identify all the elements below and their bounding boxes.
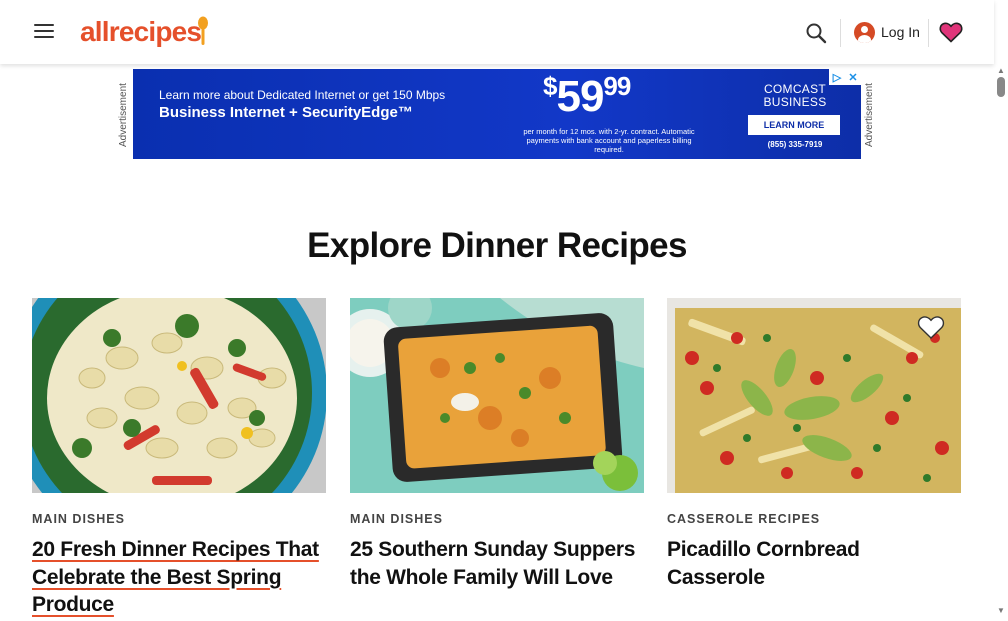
card-category[interactable]: MAIN DISHES <box>350 512 644 526</box>
header-divider <box>840 19 841 47</box>
hamburger-menu-icon[interactable] <box>34 24 54 40</box>
search-icon[interactable] <box>805 22 827 44</box>
recipe-card[interactable]: MAIN DISHES 20 Fresh Dinner Recipes That… <box>32 298 326 619</box>
recipe-image[interactable] <box>667 298 961 493</box>
card-title[interactable]: Picadillo Cornbread Casserole <box>667 536 961 591</box>
recipe-card[interactable]: MAIN DISHES 25 Southern Sunday Suppers t… <box>350 298 644 591</box>
site-header: allrecipes Log In <box>0 0 994 64</box>
ad-label-left: Advertisement <box>118 83 129 147</box>
login-button[interactable]: Log In <box>854 21 920 43</box>
recipe-card[interactable]: CASSEROLE RECIPES Picadillo Cornbread Ca… <box>667 298 961 591</box>
advertisement-banner: Advertisement Learn more about Dedicated… <box>118 69 878 159</box>
card-title[interactable]: 20 Fresh Dinner Recipes That Celebrate t… <box>32 536 326 619</box>
ad-fine-print: per month for 12 mos. with 2-yr. contrac… <box>523 127 695 154</box>
user-avatar-icon <box>854 21 875 43</box>
ad-learn-more-button[interactable]: LEARN MORE <box>748 115 840 135</box>
ad-brand: COMCAST BUSINESS <box>763 82 827 109</box>
save-heart-icon[interactable] <box>917 314 945 340</box>
card-category[interactable]: CASSEROLE RECIPES <box>667 512 961 526</box>
login-label: Log In <box>881 24 920 40</box>
site-logo[interactable]: allrecipes <box>80 17 202 47</box>
scroll-up-arrow-icon[interactable]: ▲ <box>997 66 1005 75</box>
recipe-image[interactable] <box>32 298 326 493</box>
ad-line-1: Learn more about Dedicated Internet or g… <box>159 88 446 102</box>
scroll-down-arrow-icon[interactable]: ▼ <box>997 606 1005 615</box>
ad-line-2: Business Internet + SecurityEdge™ <box>159 104 413 121</box>
ad-controls: ▷ ✕ <box>829 69 861 85</box>
ad-creative[interactable]: Learn more about Dedicated Internet or g… <box>133 69 861 159</box>
card-title[interactable]: 25 Southern Sunday Suppers the Whole Fam… <box>350 536 644 591</box>
heart-icon[interactable] <box>939 21 963 43</box>
card-category[interactable]: MAIN DISHES <box>32 512 326 526</box>
spoon-logo-icon <box>198 16 208 45</box>
ad-phone: (855) 335-7919 <box>767 140 823 149</box>
recipe-image[interactable] <box>350 298 644 493</box>
header-divider <box>928 19 929 47</box>
close-icon[interactable]: ✕ <box>845 69 861 85</box>
scrollbar-thumb[interactable] <box>997 77 1005 97</box>
section-title: Explore Dinner Recipes <box>307 226 687 265</box>
adchoices-icon[interactable]: ▷ <box>829 69 845 85</box>
scrollbar[interactable]: ▲ ▼ <box>994 64 1008 621</box>
ad-price: $5999 <box>543 71 631 121</box>
ad-label-right: Advertisement <box>864 83 875 147</box>
